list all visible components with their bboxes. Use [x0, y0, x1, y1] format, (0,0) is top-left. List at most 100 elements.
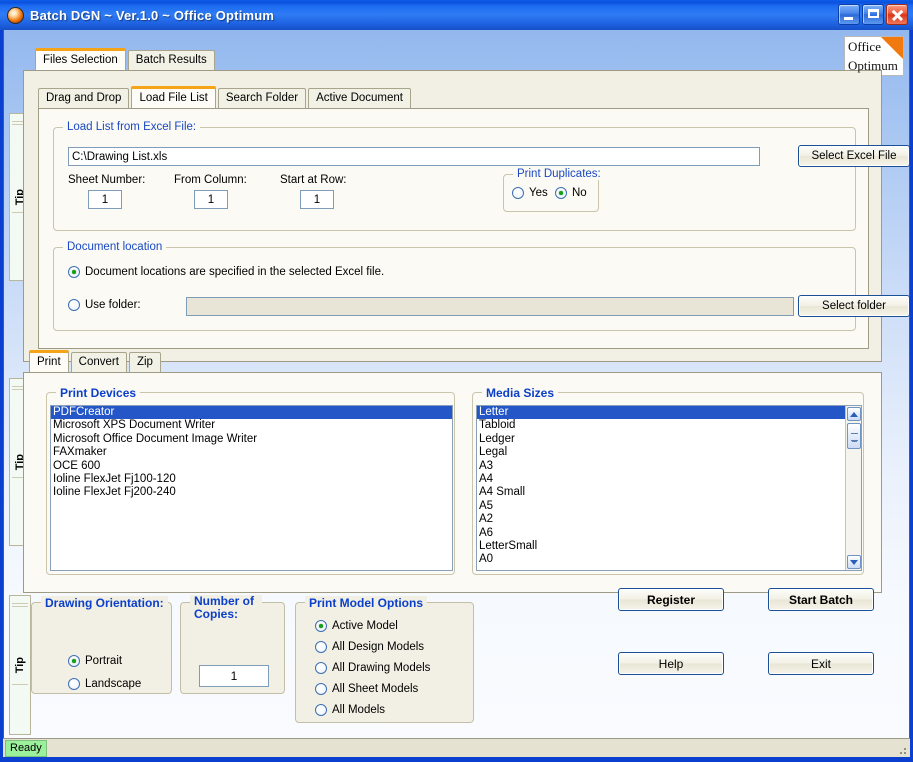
radio-orientation-landscape[interactable]: Landscape — [68, 678, 141, 690]
register-button[interactable]: Register — [618, 588, 724, 611]
radio-dot-icon — [315, 683, 327, 695]
client-area: Office Optimum Tip Tip Tip Files Selecti… — [3, 30, 910, 738]
list-item[interactable]: Ioline FlexJet Fj200-240 — [51, 486, 452, 499]
number-of-copies-input[interactable] — [199, 665, 269, 687]
list-item[interactable]: A6 — [477, 527, 845, 540]
sub-tab-strip: Drag and Drop Load File List Search Fold… — [38, 86, 413, 108]
list-item[interactable]: Ledger — [477, 433, 845, 446]
minimize-button[interactable] — [838, 4, 860, 25]
list-item[interactable]: Microsoft Office Document Image Writer — [51, 433, 452, 446]
list-item[interactable]: FAXmaker — [51, 446, 452, 459]
list-item[interactable]: Ioline FlexJet Fj100-120 — [51, 473, 452, 486]
list-item[interactable]: Microsoft XPS Document Writer — [51, 419, 452, 432]
start-batch-button[interactable]: Start Batch — [768, 588, 874, 611]
chevron-down-icon[interactable] — [847, 555, 861, 569]
drawing-orientation-group: Drawing Orientation: Portrait Landscape — [31, 596, 172, 694]
list-item[interactable]: OCE 600 — [51, 460, 452, 473]
print-devices-list: PDFCreator Microsoft XPS Document Writer… — [51, 406, 452, 500]
number-of-copies-group: Number of Copies: — [180, 595, 285, 694]
document-location-group: Document location Document locations are… — [53, 241, 910, 331]
print-model-options-label: Print Model Options — [305, 596, 427, 610]
tab-drag-and-drop[interactable]: Drag and Drop — [38, 88, 130, 108]
radio-use-folder[interactable]: Use folder: — [68, 299, 141, 311]
select-folder-button[interactable]: Select folder — [798, 295, 910, 317]
print-options-panel: Print Devices PDFCreator Microsoft XPS D… — [23, 372, 882, 593]
media-sizes-listbox[interactable]: Letter Tabloid Ledger Legal A3 A4 A4 Sma… — [476, 405, 862, 571]
list-item[interactable]: A4 Small — [477, 486, 845, 499]
status-bar: Ready — [3, 738, 910, 757]
scrollbar-thumb[interactable] — [847, 423, 861, 449]
chevron-up-icon[interactable] — [847, 407, 861, 421]
sheet-number-label: Sheet Number: — [68, 174, 146, 186]
tab-files-selection[interactable]: Files Selection — [35, 48, 126, 70]
radio-model-all-design[interactable]: All Design Models — [315, 641, 424, 653]
tab-print[interactable]: Print — [29, 350, 69, 372]
help-button[interactable]: Help — [618, 652, 724, 675]
tab-batch-results[interactable]: Batch Results — [127, 50, 215, 70]
use-folder-input[interactable] — [186, 297, 794, 316]
drawing-orientation-label: Drawing Orientation: — [41, 596, 168, 610]
radio-model-all-sheet[interactable]: All Sheet Models — [315, 683, 418, 695]
media-sizes-scrollbar[interactable] — [845, 406, 861, 570]
radio-print-duplicates-yes[interactable]: Yes — [512, 187, 548, 199]
start-at-row-label: Start at Row: — [280, 174, 347, 186]
tip-label: Tip — [14, 656, 26, 674]
tab-convert[interactable]: Convert — [70, 352, 127, 372]
logo-line-1: Office — [848, 39, 881, 54]
media-sizes-group: Media Sizes Letter Tabloid Ledger Legal … — [472, 386, 864, 575]
radio-model-active[interactable]: Active Model — [315, 620, 398, 632]
radio-label: All Drawing Models — [332, 662, 431, 674]
exit-button[interactable]: Exit — [768, 652, 874, 675]
excel-file-path-input[interactable] — [68, 147, 760, 166]
print-devices-label: Print Devices — [56, 386, 141, 400]
list-item[interactable]: A2 — [477, 513, 845, 526]
tip-panel-3[interactable]: Tip — [9, 595, 31, 735]
tab-active-document[interactable]: Active Document — [308, 88, 412, 108]
application-window: Batch DGN ~ Ver.1.0 ~ Office Optimum Off… — [0, 0, 913, 762]
excel-file-group: Load List from Excel File: Select Excel … — [53, 121, 910, 231]
radio-label: Active Model — [332, 620, 398, 632]
tab-zip[interactable]: Zip — [128, 352, 161, 372]
radio-print-duplicates-no[interactable]: No — [555, 187, 587, 199]
radio-label: All Models — [332, 704, 386, 716]
number-of-copies-label: Number of Copies: — [190, 595, 262, 621]
list-item[interactable]: A4 — [477, 473, 845, 486]
radio-dot-icon — [315, 704, 327, 716]
status-text: Ready — [5, 739, 47, 757]
radio-dot-icon — [555, 187, 567, 199]
print-devices-group: Print Devices PDFCreator Microsoft XPS D… — [46, 386, 455, 575]
radio-label: Document locations are specified in the … — [85, 266, 385, 278]
logo-line-2: Optimum — [848, 58, 898, 73]
from-column-input[interactable] — [194, 190, 228, 209]
radio-label: Yes — [529, 187, 548, 199]
maximize-button[interactable] — [862, 4, 884, 25]
radio-label: All Design Models — [332, 641, 425, 653]
tab-search-folder[interactable]: Search Folder — [217, 88, 307, 108]
print-devices-listbox[interactable]: PDFCreator Microsoft XPS Document Writer… — [50, 405, 453, 571]
excel-file-group-label: Load List from Excel File: — [63, 121, 201, 133]
resize-grip-icon[interactable] — [897, 745, 907, 755]
from-column-label: From Column: — [174, 174, 247, 186]
radio-locations-from-excel[interactable]: Document locations are specified in the … — [68, 266, 384, 278]
list-item[interactable]: Letter — [477, 406, 845, 420]
radio-orientation-portrait[interactable]: Portrait — [68, 655, 122, 667]
radio-label: No — [572, 187, 587, 199]
list-item[interactable]: A5 — [477, 500, 845, 513]
list-item[interactable]: A3 — [477, 460, 845, 473]
list-item[interactable]: LetterSmall — [477, 540, 845, 553]
list-item[interactable]: Legal — [477, 446, 845, 459]
radio-dot-icon — [512, 187, 524, 199]
start-at-row-input[interactable] — [300, 190, 334, 209]
print-duplicates-group: Print Duplicates: Yes No — [503, 168, 605, 212]
list-item[interactable]: PDFCreator — [51, 406, 452, 420]
list-item[interactable]: Tabloid — [477, 419, 845, 432]
radio-model-all[interactable]: All Models — [315, 704, 385, 716]
radio-model-all-drawing[interactable]: All Drawing Models — [315, 662, 430, 674]
list-item[interactable]: A0 — [477, 553, 845, 566]
close-button[interactable] — [886, 4, 908, 25]
select-excel-file-button[interactable]: Select Excel File — [798, 145, 910, 167]
media-sizes-list: Letter Tabloid Ledger Legal A3 A4 A4 Sma… — [477, 406, 845, 567]
media-sizes-label: Media Sizes — [482, 386, 559, 400]
tab-load-file-list[interactable]: Load File List — [131, 86, 216, 108]
sheet-number-input[interactable] — [88, 190, 122, 209]
